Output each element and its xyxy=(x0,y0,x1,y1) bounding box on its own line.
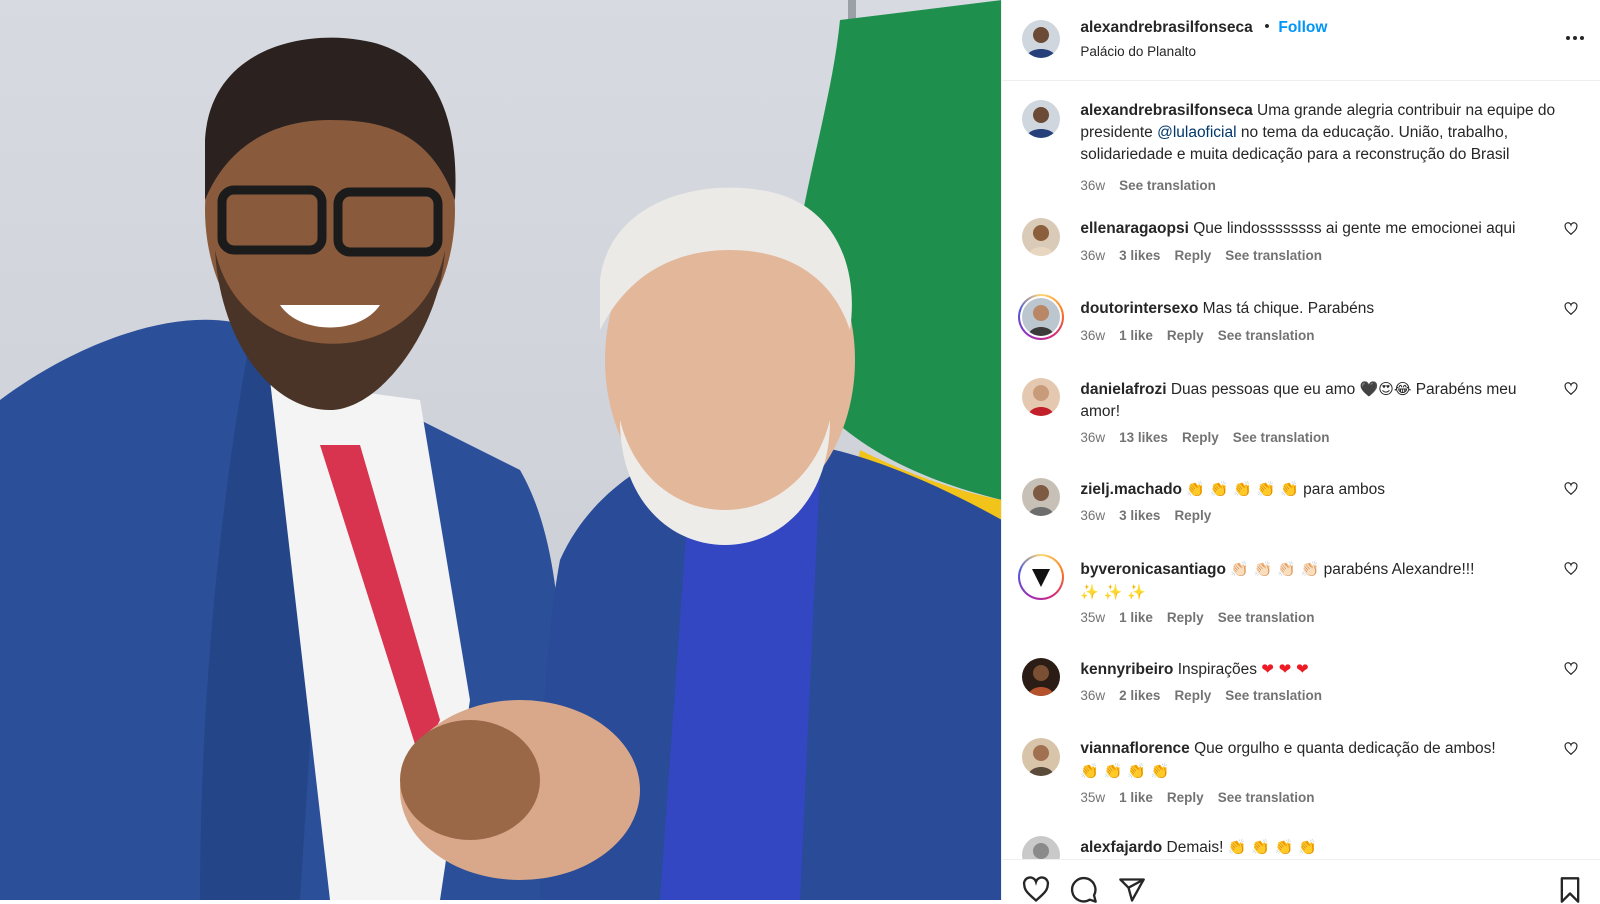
comment-username[interactable]: viannaflorence xyxy=(1080,740,1189,757)
see-translation-link[interactable]: See translation xyxy=(1218,790,1315,805)
comment-time[interactable]: 36w xyxy=(1080,248,1105,263)
comment-body: Duas pessoas que eu amo xyxy=(1170,381,1356,398)
comment-text: doutorintersexo Mas tá chique. Parabéns xyxy=(1080,298,1560,320)
see-translation-link[interactable]: See translation xyxy=(1218,610,1315,625)
post-header: alexandrebrasilfonseca • Follow Palácio … xyxy=(1002,0,1600,81)
comment-text: zielj.machado 👏 👏 👏 👏 👏 para ambos xyxy=(1080,478,1560,501)
comment-username[interactable]: zielj.machado xyxy=(1080,481,1182,498)
author-username[interactable]: alexandrebrasilfonseca xyxy=(1080,19,1252,37)
comment-likes[interactable]: 3 likes xyxy=(1119,248,1160,263)
comment-likes[interactable]: 1 like xyxy=(1119,610,1153,625)
photo-illustration xyxy=(0,0,1002,900)
reply-button[interactable]: Reply xyxy=(1167,610,1204,625)
comment-text: ellenaragaopsi Que lindossssssss ai gent… xyxy=(1080,218,1560,240)
comment-meta: 36w 13 likes Reply See translation xyxy=(1080,430,1329,445)
comment-likes[interactable]: 1 like xyxy=(1119,790,1153,805)
comment-emoji: 🖤😍😂 xyxy=(1359,380,1412,398)
comment-meta: 36w 3 likes Reply See translation xyxy=(1080,248,1322,263)
comment-body: parabéns Alexandre!!! xyxy=(1323,561,1475,578)
comment-body: Mas tá chique. Parabéns xyxy=(1202,300,1375,317)
like-heart-icon[interactable] xyxy=(1564,562,1578,576)
reply-button[interactable]: Reply xyxy=(1167,790,1204,805)
comment-meta: 36w 2 likes Reply See translation xyxy=(1080,688,1322,703)
comment-time[interactable]: 36w xyxy=(1080,688,1105,703)
comment-username[interactable]: doutorintersexo xyxy=(1080,300,1198,317)
comment-body: Demais! xyxy=(1166,839,1224,856)
comments-list[interactable]: alexandrebrasilfonseca Uma grande alegri… xyxy=(1002,80,1600,860)
comment-time[interactable]: 36w xyxy=(1080,508,1105,523)
like-heart-icon[interactable] xyxy=(1564,302,1578,316)
comment-text: danielafrozi Duas pessoas que eu amo 🖤😍😂… xyxy=(1080,378,1560,423)
caption-meta: 36w See translation xyxy=(1080,178,1216,193)
author-avatar[interactable] xyxy=(1022,100,1061,138)
comment-username[interactable]: ellenaragaopsi xyxy=(1080,220,1189,237)
commenter-avatar[interactable] xyxy=(1022,658,1061,696)
comment-body: para ambos xyxy=(1303,481,1385,498)
comment-time[interactable]: 35w xyxy=(1080,790,1105,805)
instagram-post-view: alexandrebrasilfonseca • Follow Palácio … xyxy=(0,0,1600,903)
comment-body: Que lindossssssss ai gente me emocionei … xyxy=(1193,220,1516,237)
commenter-avatar[interactable] xyxy=(1022,738,1061,776)
comment-likes[interactable]: 2 likes xyxy=(1119,688,1160,703)
caption-username[interactable]: alexandrebrasilfonseca xyxy=(1080,102,1252,119)
comment-likes[interactable]: 3 likes xyxy=(1119,508,1160,523)
comment-emoji: 👏 👏 👏 👏 👏 xyxy=(1186,480,1299,498)
comment-username[interactable]: kennyribeiro xyxy=(1080,661,1173,678)
comment-time[interactable]: 36w xyxy=(1080,328,1105,343)
comment-time[interactable]: 35w xyxy=(1080,610,1105,625)
see-translation-link[interactable]: See translation xyxy=(1225,248,1322,263)
like-heart-icon[interactable] xyxy=(1564,662,1578,676)
comment-username[interactable]: danielafrozi xyxy=(1080,381,1166,398)
comment-time[interactable]: 36w xyxy=(1080,430,1105,445)
author-avatar[interactable] xyxy=(1022,20,1061,58)
post-action-bar xyxy=(1002,859,1600,903)
follow-button[interactable]: Follow xyxy=(1278,19,1327,37)
commenter-avatar[interactable] xyxy=(1022,836,1061,860)
commenter-avatar[interactable] xyxy=(1022,218,1061,256)
like-heart-icon[interactable] xyxy=(1564,482,1578,496)
see-translation-link[interactable]: See translation xyxy=(1218,328,1315,343)
commenter-avatar[interactable] xyxy=(1022,478,1061,516)
post-details-panel: alexandrebrasilfonseca • Follow Palácio … xyxy=(1001,0,1600,903)
caption-mention[interactable]: @lulaoficial xyxy=(1157,124,1237,141)
comment-body: Que orgulho e quanta dedicação de ambos! xyxy=(1194,740,1496,757)
comment-meta: 35w 1 like Reply See translation xyxy=(1080,610,1314,625)
reply-button[interactable]: Reply xyxy=(1174,248,1211,263)
see-translation-link[interactable]: See translation xyxy=(1119,178,1216,193)
comment-emoji: ❤ ❤ ❤ xyxy=(1261,660,1309,678)
reply-button[interactable]: Reply xyxy=(1174,688,1211,703)
like-heart-icon[interactable] xyxy=(1564,382,1578,396)
see-translation-link[interactable]: See translation xyxy=(1225,688,1322,703)
like-heart-icon[interactable] xyxy=(1564,222,1578,236)
comment-emoji: 👏 👏 👏 👏 xyxy=(1080,762,1170,780)
comment-username[interactable]: byveronicasantiago xyxy=(1080,561,1226,578)
caption-time[interactable]: 36w xyxy=(1080,178,1105,193)
comment-meta: 36w 3 likes Reply xyxy=(1080,508,1211,523)
comment-likes[interactable]: 1 like xyxy=(1119,328,1153,343)
separator-dot: • xyxy=(1264,18,1270,35)
comment-body: Inspirações xyxy=(1177,661,1257,678)
comment-text: viannaflorence Que orgulho e quanta dedi… xyxy=(1080,738,1560,783)
see-translation-link[interactable]: See translation xyxy=(1233,430,1330,445)
caption-text: alexandrebrasilfonseca Uma grande alegri… xyxy=(1080,100,1560,166)
post-photo[interactable] xyxy=(0,0,1002,900)
comment-emoji-sparkles: ✨ ✨ ✨ xyxy=(1080,583,1146,601)
reply-button[interactable]: Reply xyxy=(1174,508,1211,523)
reply-button[interactable]: Reply xyxy=(1167,328,1204,343)
comment-meta: 35w 1 like Reply See translation xyxy=(1080,790,1314,805)
reply-button[interactable]: Reply xyxy=(1182,430,1219,445)
comment-meta: 36w 1 like Reply See translation xyxy=(1080,328,1314,343)
comment-text: byveronicasantiago 👏🏻 👏🏻 👏🏻 👏🏻 parabéns … xyxy=(1080,558,1560,604)
comment-emoji: 👏🏻 👏🏻 👏🏻 👏🏻 xyxy=(1230,560,1320,578)
like-heart-icon[interactable] xyxy=(1564,742,1578,756)
comment-username[interactable]: alexfajardo xyxy=(1080,839,1162,856)
comment-emoji: 👏 👏 👏 👏 xyxy=(1227,838,1317,856)
commenter-avatar[interactable] xyxy=(1022,378,1061,416)
more-options-icon[interactable] xyxy=(1566,36,1584,40)
post-location[interactable]: Palácio do Planalto xyxy=(1080,44,1196,59)
comment-text: alexfajardo Demais! 👏 👏 👏 👏 xyxy=(1080,836,1560,859)
comment-text: kennyribeiro Inspirações ❤ ❤ ❤ xyxy=(1080,658,1560,681)
comment-likes[interactable]: 13 likes xyxy=(1119,430,1168,445)
